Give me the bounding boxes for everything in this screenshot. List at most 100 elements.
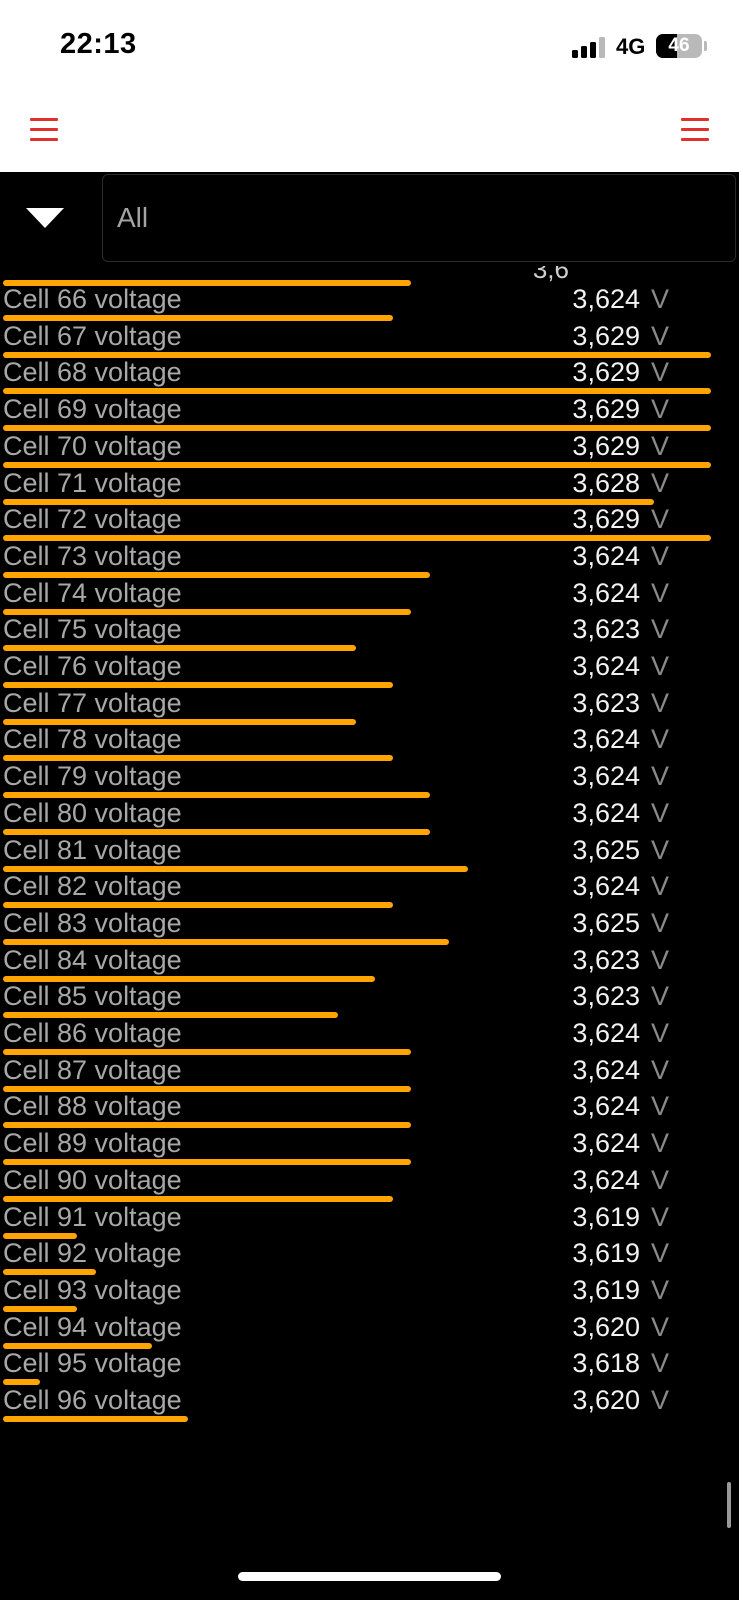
cell-voltage-value: 3,629: [572, 320, 640, 351]
cell-voltage-unit: V: [651, 944, 670, 975]
cell-label: Cell 79 voltage: [3, 761, 182, 792]
cell-label: Cell 71 voltage: [3, 467, 182, 498]
cell-voltage-unit: V: [651, 1348, 670, 1379]
list-item-cell-79[interactable]: Cell 79 voltage 3,624 V: [0, 760, 739, 799]
list-item-cell-77[interactable]: Cell 77 voltage 3,623 V: [0, 687, 739, 725]
cell-voltage-value: 3,623: [572, 687, 640, 718]
list-item-cell-96[interactable]: Cell 96 voltage 3,620 V: [0, 1384, 739, 1422]
cell-voltage-unit: V: [651, 651, 670, 681]
list-item-cell-81[interactable]: Cell 81 voltage 3,625 V: [0, 834, 739, 872]
cell-label: Cell 90 voltage: [3, 1164, 182, 1195]
list-item-cell-71[interactable]: Cell 71 voltage 3,628 V: [0, 467, 739, 505]
cell-voltage-value: 3,625: [572, 834, 640, 865]
list-item-cell-82[interactable]: Cell 82 voltage 3,624 V: [0, 870, 739, 909]
battery-level: 46: [668, 35, 690, 56]
cell-label: Cell 74 voltage: [3, 577, 182, 608]
list-item-cell-89[interactable]: Cell 89 voltage 3,624 V: [0, 1127, 739, 1166]
cell-voltage-unit: V: [651, 1274, 670, 1305]
hamburger-menu-icon: [681, 118, 709, 121]
cell-voltage-unit: V: [651, 1164, 670, 1195]
cell-voltage-value: 3,625: [572, 907, 640, 938]
list-item-cell-91[interactable]: Cell 91 voltage 3,619 V: [0, 1201, 739, 1239]
list-item-cell-85[interactable]: Cell 85 voltage 3,623 V: [0, 980, 739, 1019]
status-time: 22:13: [60, 28, 137, 60]
list-item-cell-80[interactable]: Cell 80 voltage 3,624 V: [0, 797, 739, 835]
cell-label: Cell 72 voltage: [3, 504, 182, 535]
cell-voltage-value: 3,624: [572, 1054, 640, 1085]
cell-voltage-value: 3,624: [572, 871, 640, 902]
list-item-cell-83[interactable]: Cell 83 voltage 3,625 V: [0, 907, 739, 945]
cell-voltage-value: 3,624: [572, 724, 640, 755]
cell-voltage-unit: V: [651, 1091, 670, 1122]
cell-label: Cell 82 voltage: [3, 871, 182, 902]
voltage-bar: [3, 1416, 188, 1422]
list-item-cell-70[interactable]: Cell 70 voltage 3,629 V: [0, 430, 739, 468]
cell-label: Cell 70 voltage: [3, 430, 182, 461]
list-item-cell-95[interactable]: Cell 95 voltage 3,618 V: [0, 1347, 739, 1386]
list-item-cell-69[interactable]: Cell 69 voltage 3,629 V: [0, 393, 739, 432]
cell-voltage-unit: V: [651, 394, 670, 425]
cell-label: Cell 87 voltage: [3, 1054, 182, 1085]
cell-voltage-unit: V: [651, 504, 670, 535]
hamburger-line: [681, 128, 709, 131]
cell-label: Cell 85 voltage: [3, 981, 182, 1012]
list-item-cell-92[interactable]: Cell 92 voltage 3,619 V: [0, 1237, 739, 1276]
home-indicator[interactable]: [238, 1572, 501, 1581]
cell-label: Cell 88 voltage: [3, 1091, 182, 1122]
cell-voltage-value: 3,619: [572, 1238, 640, 1269]
list-item-cell-84[interactable]: Cell 84 voltage 3,623 V: [0, 944, 739, 982]
list-item-cell-73[interactable]: Cell 73 voltage 3,624 V: [0, 540, 739, 578]
cell-voltage-value: 3,620: [572, 1311, 640, 1342]
left-menu-button[interactable]: [30, 118, 58, 142]
cell-voltage-value: 3,624: [572, 577, 640, 608]
cell-voltage-unit: V: [651, 357, 670, 388]
app-header: [0, 90, 739, 172]
filter-dropdown-button[interactable]: [0, 172, 96, 266]
cell-label: Cell 69 voltage: [3, 394, 182, 425]
list-item-cell-90[interactable]: Cell 90 voltage 3,624 V: [0, 1164, 739, 1202]
cell-voltage-unit: V: [651, 577, 670, 608]
right-menu-button[interactable]: [681, 118, 709, 142]
filter-bar: All: [0, 172, 739, 266]
cell-voltage-unit: V: [651, 320, 670, 351]
cell-voltage-unit: V: [651, 981, 670, 1012]
list-item-cell-76[interactable]: Cell 76 voltage 3,624 V: [0, 650, 739, 688]
cell-voltage-value: 3,624: [572, 651, 640, 681]
list-item-cell-88[interactable]: Cell 88 voltage 3,624 V: [0, 1090, 739, 1129]
list-item-cell-75[interactable]: Cell 75 voltage 3,623 V: [0, 613, 739, 652]
list-item-cell-74[interactable]: Cell 74 voltage 3,624 V: [0, 577, 739, 615]
list-item-cell-66[interactable]: Cell 66 voltage 3,624 V: [0, 283, 739, 321]
cell-voltage-value: 3,629: [572, 430, 640, 461]
list-item-cell-72[interactable]: Cell 72 voltage 3,629 V: [0, 503, 739, 542]
cell-voltage-value: 3,624: [572, 540, 640, 571]
list-item-cell-93[interactable]: Cell 93 voltage 3,619 V: [0, 1274, 739, 1312]
cell-label: Cell 77 voltage: [3, 687, 182, 718]
hamburger-line: [30, 128, 58, 131]
scrollbar[interactable]: [727, 1482, 731, 1528]
cell-voltage-value: 3,624: [572, 1164, 640, 1195]
cell-voltage-value: 3,623: [572, 944, 640, 975]
cell-voltage-value: 3,619: [572, 1201, 640, 1232]
cell-voltage-unit: V: [651, 467, 670, 498]
cell-voltage-list[interactable]: 3,6 Cell 66 voltage 3,624 V Cell 67 voltage…: [0, 266, 739, 1526]
list-item-cell-68[interactable]: Cell 68 voltage 3,629 V: [0, 356, 739, 395]
cell-voltage-unit: V: [651, 614, 670, 645]
cell-voltage-unit: V: [651, 907, 670, 938]
cell-label: Cell 66 voltage: [3, 284, 182, 314]
cell-label: Cell 78 voltage: [3, 724, 182, 755]
cell-voltage-unit: V: [651, 871, 670, 902]
cell-label: Cell 73 voltage: [3, 540, 182, 571]
cell-voltage-value: 3,629: [572, 504, 640, 535]
cell-voltage-value: 3,618: [572, 1348, 640, 1379]
cell-voltage-unit: V: [651, 540, 670, 571]
list-item-cell-94[interactable]: Cell 94 voltage 3,620 V: [0, 1311, 739, 1349]
list-item-cell-67[interactable]: Cell 67 voltage 3,629 V: [0, 320, 739, 358]
filter-field[interactable]: All: [102, 174, 736, 262]
cell-label: Cell 75 voltage: [3, 614, 182, 645]
list-item-cell-86[interactable]: Cell 86 voltage 3,624 V: [0, 1017, 739, 1055]
list-item-cell-78[interactable]: Cell 78 voltage 3,624 V: [0, 723, 739, 762]
cell-label: Cell 68 voltage: [3, 357, 182, 388]
cell-voltage-unit: V: [651, 724, 670, 755]
cell-voltage-value: 3,624: [572, 1018, 640, 1048]
list-item-cell-87[interactable]: Cell 87 voltage 3,624 V: [0, 1054, 739, 1092]
